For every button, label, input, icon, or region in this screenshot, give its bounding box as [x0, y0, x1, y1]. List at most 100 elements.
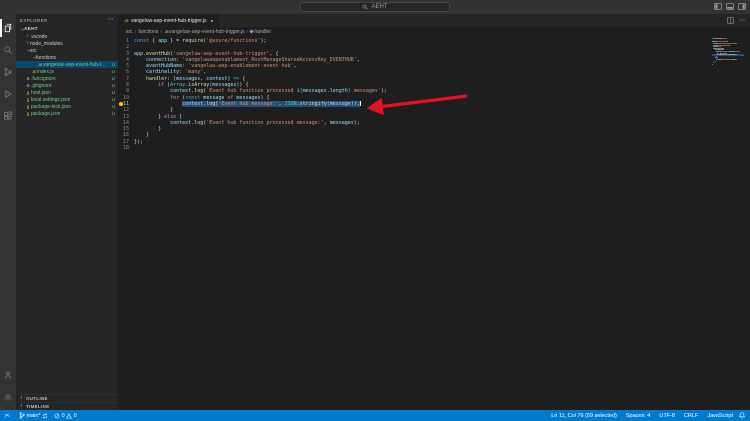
chevron-down-icon: ›	[25, 48, 30, 53]
code-area[interactable]: 1const { app } = require('@azure/functio…	[118, 38, 706, 151]
git-branch-icon	[19, 412, 25, 419]
tree-item-package-lock-json[interactable]: {}package-lock.jsonU	[16, 103, 118, 110]
tree-item-host-json[interactable]: {}host.jsonU	[16, 89, 118, 96]
timeline-section[interactable]: ›TIMELINE	[16, 402, 118, 410]
breadcrumb-label: src	[126, 29, 133, 35]
notifications-bell-icon[interactable]	[739, 412, 750, 419]
tree-item-label: .vscode	[30, 34, 47, 40]
split-editor-icon[interactable]	[727, 17, 734, 24]
customize-layout-icon[interactable]	[738, 3, 746, 10]
tree-item-package-json[interactable]: {}package.jsonU	[16, 110, 118, 117]
errors-count: 0	[62, 413, 65, 419]
status-indentation[interactable]: Spaces: 4	[626, 413, 650, 419]
run-debug-icon[interactable]	[0, 83, 16, 105]
source-control-icon[interactable]	[0, 61, 16, 83]
lightbulb-icon[interactable]	[119, 102, 123, 106]
command-center-text: AEHT	[371, 4, 387, 10]
tree-item-label: .gitignore	[31, 83, 52, 89]
breadcrumb: src›functions›JSvangeluw-aep-event-hub-t…	[118, 27, 750, 36]
status-encoding[interactable]: UTF-8	[659, 413, 675, 419]
tree-item-funcignore[interactable]: ⚙.funcignoreU	[16, 75, 118, 82]
breadcrumb-separator-icon: ›	[247, 29, 249, 35]
status-bar: >< main* 0 0 Ln 11, Col 76 (59 selected)…	[0, 410, 750, 421]
sync-icon	[42, 413, 48, 419]
minimap[interactable]	[712, 38, 744, 67]
warnings-icon	[66, 413, 72, 419]
tree-item-label: index.js	[37, 69, 54, 75]
breadcrumb-separator-icon: ›	[160, 29, 162, 35]
settings-gear-icon[interactable]	[0, 386, 16, 408]
breadcrumb-item[interactable]: src	[126, 29, 133, 35]
tree-item-label: .funcignore	[31, 76, 56, 82]
breadcrumb-item[interactable]: JSvangeluw-aep-event-hub-trigger.js	[164, 29, 245, 35]
tree-item-label: package-lock.json	[31, 104, 71, 110]
tree-item-label: src	[30, 48, 37, 54]
chevron-down-icon: ›	[19, 27, 24, 32]
branch-name: main*	[27, 413, 41, 419]
file-tree: ›AEHT›.vscode›node_modules›src›functions…	[16, 26, 118, 394]
tab-bar: JS vangeluw-aep-event-hub-trigger.js ● ⋯	[118, 14, 750, 27]
status-eol[interactable]: CRLF	[684, 413, 698, 419]
tree-item-label: node_modules	[30, 41, 63, 47]
tree-item-node-modules[interactable]: ›node_modules	[16, 40, 118, 47]
search-sidebar-icon[interactable]	[0, 39, 16, 61]
activity-bar	[0, 14, 16, 410]
tree-item-gitignore[interactable]: ⚙.gitignoreU	[16, 82, 118, 89]
status-cursor-position[interactable]: Ln 11, Col 76 (59 selected)	[551, 413, 617, 419]
modified-dot-icon[interactable]: ●	[211, 18, 213, 23]
branch-status[interactable]: main*	[19, 412, 48, 419]
tree-item-label: AEHT	[24, 27, 38, 32]
tree-item-local-settings-json[interactable]: {}local.settings.jsonU	[16, 96, 118, 103]
tree-item-aeht[interactable]: ›AEHT	[16, 26, 118, 33]
tab-label: vangeluw-aep-event-hub-trigger.js	[131, 18, 207, 24]
explorer-more-actions-icon[interactable]: ⋯	[108, 17, 114, 23]
tree-item-label: functions	[36, 55, 56, 61]
code-line-18[interactable]: 18	[118, 145, 706, 151]
breadcrumb-item[interactable]: functions	[138, 29, 158, 35]
editor-body[interactable]: 1const { app } = require('@azure/functio…	[118, 36, 750, 410]
breadcrumb-label: handler	[254, 29, 271, 35]
tree-item-functions[interactable]: ›functions	[16, 54, 118, 61]
title-bar: AEHT	[0, 0, 750, 14]
remote-indicator[interactable]: ><	[0, 410, 13, 421]
breadcrumb-label: vangeluw-aep-event-hub-trigger.js	[169, 29, 245, 35]
chevron-right-icon: ›	[19, 404, 24, 409]
tree-item-label: vangeluw-aep-event-hub-t...	[43, 62, 105, 68]
status-bar-right: Ln 11, Col 76 (59 selected) Spaces: 4 UTF-…	[551, 413, 739, 419]
toggle-panel-icon[interactable]	[726, 3, 734, 10]
editor-group: JS vangeluw-aep-event-hub-trigger.js ● ⋯…	[118, 14, 750, 410]
tree-item-label: package.json	[31, 111, 60, 117]
outline-section[interactable]: ›OUTLINE	[16, 394, 118, 402]
explorer-icon[interactable]	[0, 17, 16, 39]
breadcrumb-item[interactable]: handler	[250, 29, 271, 35]
account-icon[interactable]	[0, 364, 16, 386]
chevron-down-icon: ›	[31, 55, 36, 60]
text-cursor	[360, 101, 361, 106]
status-language-mode[interactable]: JavaScript	[707, 413, 733, 419]
toggle-sidebar-icon[interactable]	[714, 3, 722, 10]
js-file-icon: JS	[124, 19, 129, 23]
warnings-count: 0	[74, 413, 77, 419]
tree-item-label: host.json	[31, 90, 51, 96]
chevron-right-icon: ›	[19, 396, 24, 401]
tree-item-vscode[interactable]: ›.vscode	[16, 33, 118, 40]
command-center-search[interactable]: AEHT	[300, 2, 450, 12]
breadcrumb-separator-icon: ›	[135, 29, 137, 35]
problems-status[interactable]: 0 0	[54, 413, 77, 419]
timeline-label: TIMELINE	[26, 404, 49, 409]
tree-item-index-js[interactable]: JSindex.jsU	[16, 68, 118, 75]
outline-label: OUTLINE	[26, 396, 48, 401]
errors-icon	[54, 413, 60, 419]
sidebar-panels: ›OUTLINE ›TIMELINE	[16, 394, 118, 410]
vscode-window: AEHT EXPLORER ⋯ ›AEHT›.vscod	[0, 0, 750, 421]
breadcrumb-label: functions	[138, 29, 158, 35]
tree-item-label: local.settings.json	[31, 97, 70, 103]
tree-item-src[interactable]: ›src	[16, 47, 118, 54]
extensions-icon[interactable]	[0, 105, 16, 127]
explorer-sidebar: EXPLORER ⋯ ›AEHT›.vscode›node_modules›sr…	[16, 14, 118, 410]
editor-more-actions-icon[interactable]: ⋯	[739, 19, 745, 23]
minimap-line	[712, 65, 744, 67]
search-icon	[362, 4, 368, 10]
tab-vangeluw-aep-event-hub-trigger[interactable]: JS vangeluw-aep-event-hub-trigger.js ●	[118, 14, 219, 27]
tree-item-vangeluw-aep-event-hub-t[interactable]: JSvangeluw-aep-event-hub-t...U	[16, 61, 118, 68]
